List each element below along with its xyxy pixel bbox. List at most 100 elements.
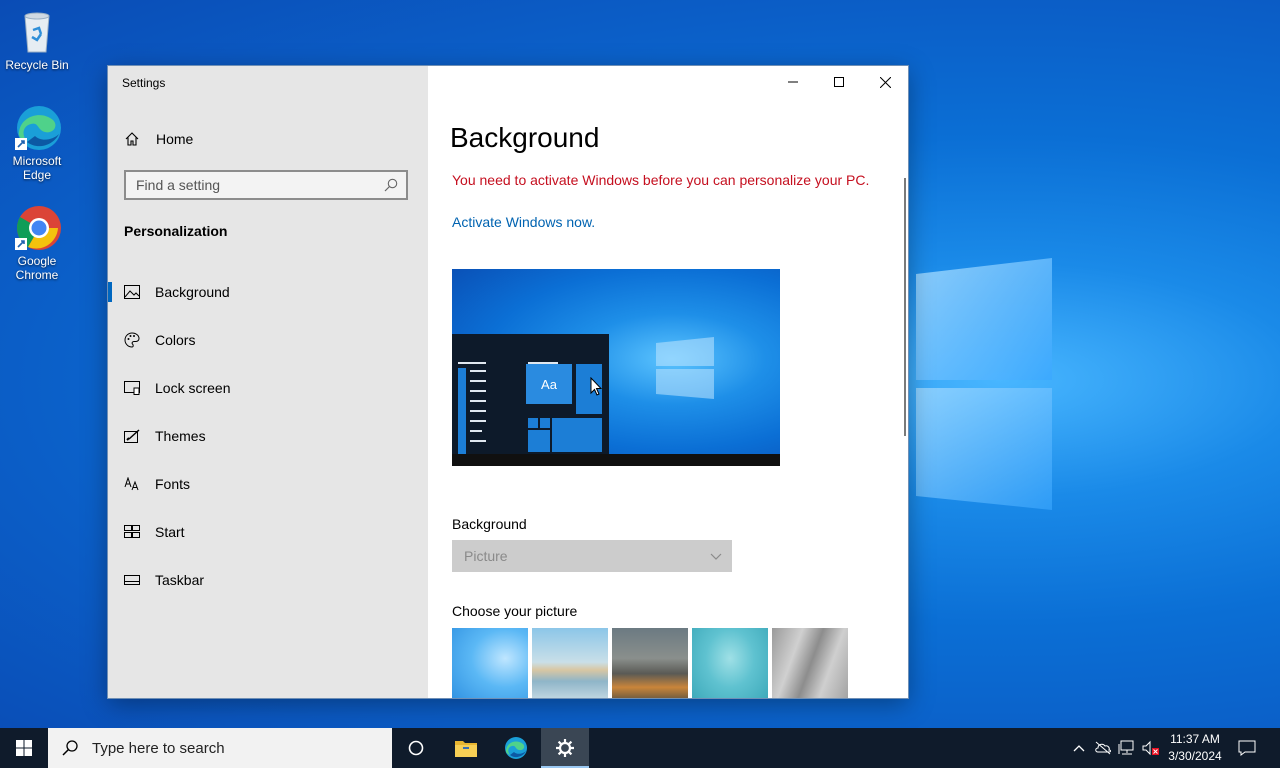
network-icon (1118, 740, 1134, 755)
section-title-personalization: Personalization (124, 223, 228, 239)
background-settings-page: Background You need to activate Windows … (428, 66, 908, 698)
picture-icon (124, 284, 140, 300)
sidebar-item-themes[interactable]: Themes (108, 412, 428, 460)
taskbar-search-input[interactable] (90, 738, 384, 758)
fonts-icon (124, 476, 140, 492)
desktop-icon-recycle-bin[interactable]: Recycle Bin (4, 8, 70, 72)
sidebar-item-label: Taskbar (155, 572, 205, 588)
search-icon (384, 178, 398, 192)
volume-muted-icon (1142, 740, 1159, 756)
picture-thumbnail[interactable] (532, 628, 608, 698)
sidebar-item-label: Fonts (155, 476, 191, 492)
activate-windows-link[interactable]: Activate Windows now. (452, 214, 595, 230)
home-nav-item[interactable]: Home (124, 128, 193, 150)
windows-start-icon (16, 740, 32, 756)
chevron-up-icon (1073, 745, 1085, 752)
activation-warning: You need to activate Windows before you … (452, 172, 870, 188)
home-icon (125, 132, 139, 146)
edge-label-line1: Microsoft (12, 154, 62, 168)
file-explorer-icon (455, 741, 477, 757)
chrome-icon (13, 204, 61, 252)
file-explorer-button[interactable] (442, 728, 490, 768)
personalization-nav: Background Colors Lock screen Themes Fon… (108, 268, 428, 604)
sidebar: Settings Home Personalization Background (108, 66, 428, 698)
edge-icon (505, 737, 527, 759)
onedrive-offline-icon (1095, 741, 1111, 755)
sidebar-item-label: Start (155, 524, 185, 540)
windows-logo-preview (656, 337, 714, 399)
desktop-icon-google-chrome[interactable]: Google Chrome (4, 204, 70, 282)
picture-thumbnails (452, 628, 848, 698)
find-setting-input[interactable] (126, 172, 396, 198)
sidebar-item-label: Background (155, 284, 230, 300)
windows-logo-wallpaper (916, 258, 1052, 510)
chrome-label-line1: Google (17, 254, 57, 268)
sidebar-item-taskbar[interactable]: Taskbar (108, 556, 428, 604)
themes-icon (124, 428, 140, 444)
choose-picture-label: Choose your picture (452, 603, 578, 619)
edge-taskbar-button[interactable] (492, 728, 540, 768)
chevron-down-icon (710, 553, 722, 560)
picture-thumbnail[interactable] (772, 628, 848, 698)
preview-taskbar (452, 454, 780, 466)
notification-icon (1238, 740, 1256, 756)
preview-sample-text: Aa (526, 364, 572, 404)
close-button[interactable] (862, 66, 908, 98)
sidebar-item-lock-screen[interactable]: Lock screen (108, 364, 428, 412)
sidebar-item-start[interactable]: Start (108, 508, 428, 556)
home-label: Home (156, 131, 194, 147)
clock-time: 11:37 AM (1170, 732, 1220, 746)
recycle-bin-label: Recycle Bin (5, 58, 69, 72)
sidebar-item-label: Colors (155, 332, 196, 348)
settings-taskbar-button[interactable] (541, 728, 589, 768)
minimize-icon (788, 81, 798, 83)
sidebar-item-colors[interactable]: Colors (108, 316, 428, 364)
sidebar-item-label: Themes (155, 428, 206, 444)
show-hidden-icons-button[interactable] (1068, 728, 1090, 768)
maximize-icon (834, 77, 844, 87)
palette-icon (124, 332, 140, 348)
background-type-value: Picture (464, 548, 508, 564)
mouse-cursor-icon (590, 377, 602, 396)
lock-screen-icon (124, 380, 140, 396)
background-type-dropdown[interactable]: Picture (452, 540, 732, 572)
background-preview: Aa (452, 269, 780, 466)
search-icon (62, 740, 78, 756)
taskbar: 11:37 AM 3/30/2024 (0, 728, 1280, 768)
taskbar-icon (124, 572, 140, 588)
cortana-button[interactable] (392, 728, 440, 768)
window-title: Settings (122, 76, 166, 90)
minimize-button[interactable] (770, 66, 816, 98)
cortana-icon (408, 740, 424, 756)
page-title: Background (450, 122, 600, 153)
settings-window: Settings Home Personalization Background (108, 66, 908, 698)
picture-thumbnail[interactable] (692, 628, 768, 698)
taskbar-clock[interactable]: 11:37 AM 3/30/2024 (1162, 731, 1228, 765)
start-icon (124, 524, 140, 540)
taskbar-search-box[interactable] (48, 728, 392, 768)
maximize-button[interactable] (816, 66, 862, 98)
picture-thumbnail[interactable] (612, 628, 688, 698)
desktop-icon-microsoft-edge[interactable]: Microsoft Edge (4, 104, 70, 182)
chrome-label-line2: Chrome (15, 268, 59, 282)
content-scrollbar[interactable] (904, 178, 906, 436)
picture-thumbnail[interactable] (452, 628, 528, 698)
close-icon (879, 76, 891, 88)
sidebar-item-label: Lock screen (155, 380, 231, 396)
edge-icon (13, 104, 61, 152)
sidebar-item-background[interactable]: Background (108, 268, 428, 316)
sidebar-item-fonts[interactable]: Fonts (108, 460, 428, 508)
clock-date: 3/30/2024 (1168, 749, 1222, 763)
recycle-bin-icon (13, 8, 61, 56)
preview-start-menu: Aa (452, 334, 609, 456)
start-button[interactable] (0, 728, 48, 768)
window-controls (770, 66, 908, 98)
network-tray-button[interactable] (1116, 728, 1138, 768)
onedrive-tray-button[interactable] (1092, 728, 1114, 768)
settings-icon (556, 739, 574, 757)
background-type-label: Background (452, 516, 527, 532)
action-center-button[interactable] (1232, 728, 1262, 768)
volume-tray-button[interactable] (1140, 728, 1162, 768)
find-setting-search[interactable] (124, 170, 408, 200)
edge-label-line2: Edge (22, 168, 52, 182)
